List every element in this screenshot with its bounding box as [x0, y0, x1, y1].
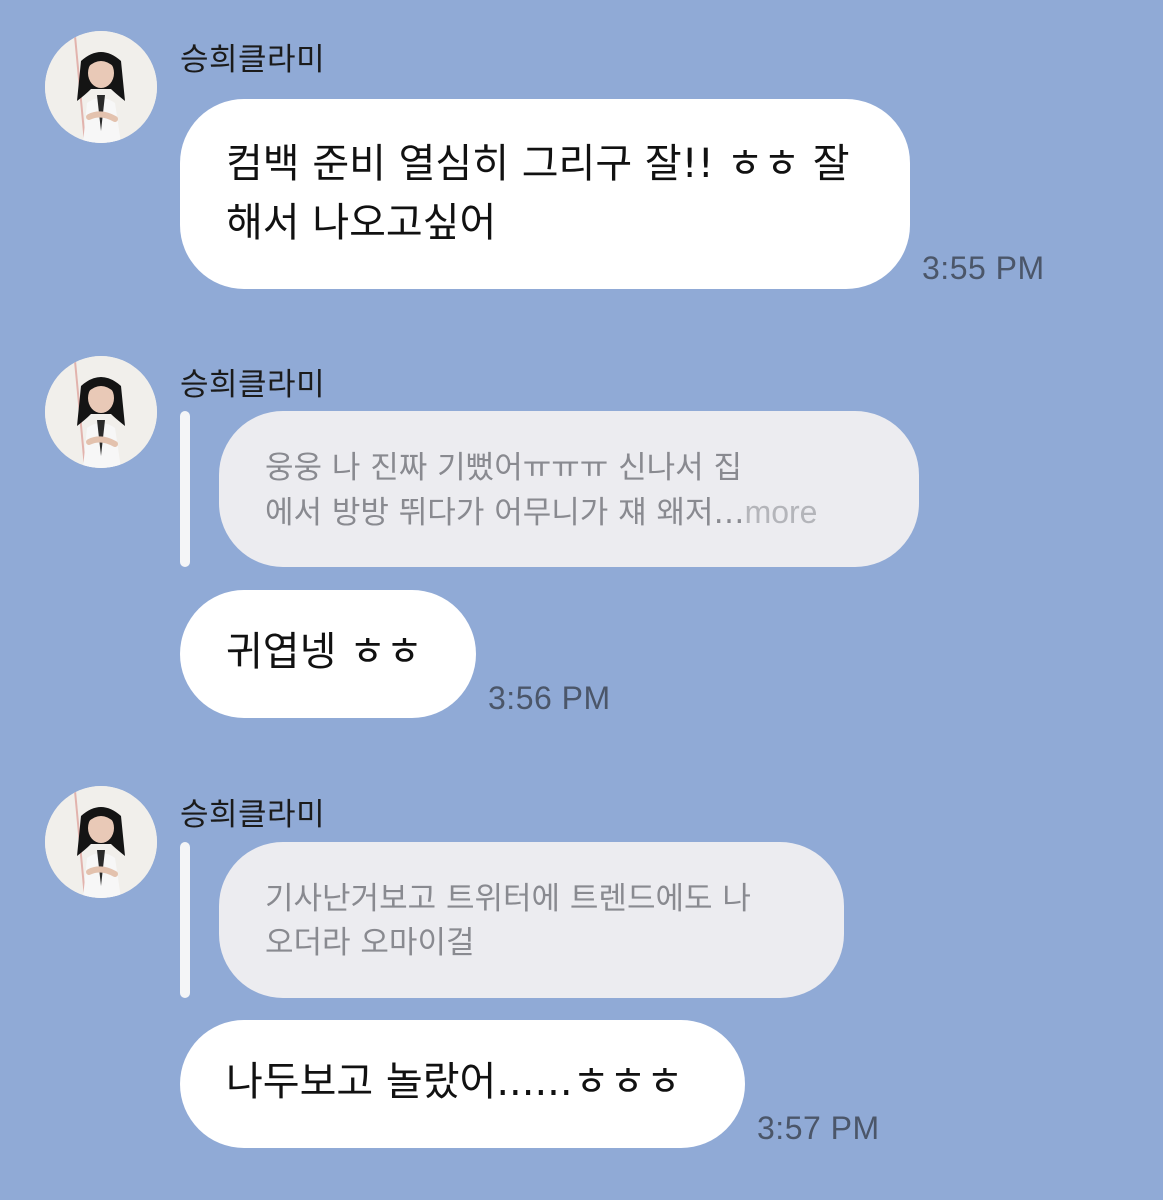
profile-avatar[interactable]	[45, 31, 157, 143]
message-bubble[interactable]: 컴백 준비 열심히 그리구 잘!! ㅎㅎ 잘 해서 나오고싶어	[180, 99, 910, 289]
profile-avatar[interactable]	[45, 356, 157, 468]
message-timestamp: 3:55 PM	[922, 250, 1045, 286]
message-bubble[interactable]: 나두보고 놀랐어......ㅎㅎㅎ	[180, 1020, 745, 1148]
quoted-text: 웅웅 나 진짜 기뻤어ㅠㅠㅠ 신나서 집 에서 방방 뛰다가 어무니가 쟤 왜저…	[265, 450, 745, 531]
message-timestamp: 3:57 PM	[757, 1110, 880, 1146]
more-link[interactable]: more	[745, 494, 818, 530]
quoted-message[interactable]: 웅웅 나 진짜 기뻤어ㅠㅠㅠ 신나서 집 에서 방방 뛰다가 어무니가 쟤 왜저…	[219, 411, 919, 567]
sender-name: 승희클라미	[180, 42, 326, 78]
sender-name: 승희클라미	[180, 367, 326, 403]
profile-avatar[interactable]	[45, 786, 157, 898]
reply-indicator-bar	[180, 842, 190, 998]
reply-indicator-bar	[180, 411, 190, 567]
quoted-text: 기사난거보고 트위터에 트렌드에도 나 오더라 오마이걸	[265, 881, 751, 961]
quoted-message[interactable]: 기사난거보고 트위터에 트렌드에도 나 오더라 오마이걸	[219, 842, 844, 998]
message-timestamp: 3:56 PM	[488, 680, 611, 716]
message-bubble[interactable]: 귀엽넹 ㅎㅎ	[180, 590, 476, 718]
sender-name: 승희클라미	[180, 797, 326, 833]
